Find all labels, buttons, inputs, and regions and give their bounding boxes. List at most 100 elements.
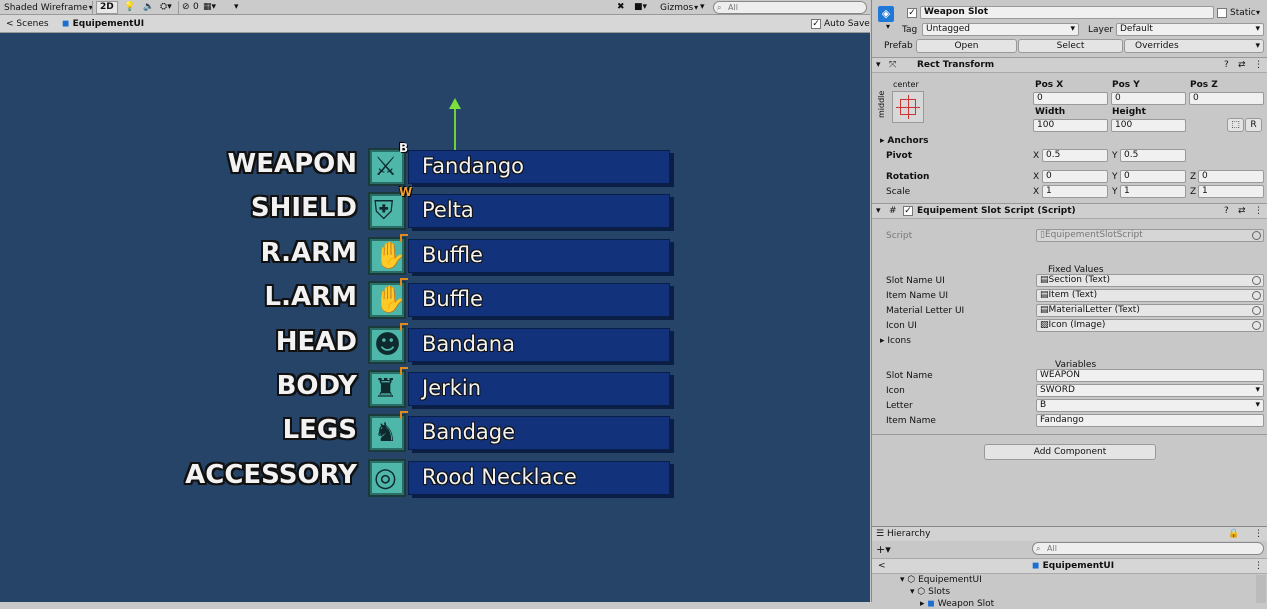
- 2d-toggle-button[interactable]: 2D: [96, 1, 118, 14]
- lighting-icon[interactable]: 💡: [124, 1, 135, 14]
- hierarchy-item-weapon-slot[interactable]: ▸ ◼ Weapon Slot: [920, 599, 994, 609]
- slot-name-ui-field[interactable]: ▤Section (Text): [1036, 274, 1264, 287]
- hierarchy-tab[interactable]: ☰ Hierarchy: [876, 529, 930, 539]
- prefab-select-button[interactable]: Select: [1018, 39, 1123, 53]
- blueprint-mode-button[interactable]: ⬚: [1227, 118, 1244, 132]
- rotation-y-field[interactable]: 0: [1120, 170, 1186, 183]
- visibility-icon[interactable]: ⊘: [182, 1, 190, 14]
- create-plus-button[interactable]: +▾: [876, 543, 891, 556]
- item-name-field[interactable]: Fandango: [1036, 414, 1264, 427]
- height-label: Height: [1112, 107, 1146, 117]
- layer-label: Layer: [1088, 25, 1114, 35]
- pivot-y-field[interactable]: 0.5: [1120, 149, 1186, 162]
- current-scene-breadcrumb[interactable]: ◼ EquipementUI: [62, 18, 144, 31]
- active-checkbox[interactable]: ✓: [907, 8, 917, 18]
- foldout-arrow-icon[interactable]: ▾: [876, 206, 881, 216]
- hierarchy-search-input[interactable]: ⌕ All: [1032, 542, 1264, 555]
- raw-edit-button[interactable]: R: [1245, 118, 1262, 132]
- sword-icon-glyph: ⚔: [374, 152, 398, 182]
- scene-menu-icon[interactable]: ⋮: [1254, 561, 1263, 571]
- add-component-button[interactable]: Add Component: [984, 444, 1156, 460]
- scenes-breadcrumb[interactable]: < Scenes: [6, 18, 49, 31]
- help-icon[interactable]: ?: [1224, 60, 1229, 70]
- width-field[interactable]: 100: [1033, 119, 1108, 132]
- hierarchy-item-slots[interactable]: ▾ ⬡ Slots: [910, 587, 950, 597]
- scale-y-field[interactable]: 1: [1120, 185, 1186, 198]
- gizmos-options-dropdown[interactable]: ▾: [700, 1, 705, 14]
- icon-ui-field[interactable]: ▨Icon (Image): [1036, 319, 1264, 332]
- scale-z-field[interactable]: 1: [1198, 185, 1264, 198]
- object-name-field[interactable]: Weapon Slot: [920, 6, 1214, 19]
- letter-dropdown[interactable]: B: [1036, 399, 1264, 412]
- scene-view[interactable]: WEAPON ⚔ B Fandango SHIELD ⛨ W Pelta R.ARM ✋ Buffl…: [0, 33, 870, 602]
- object-picker-icon[interactable]: [1252, 291, 1261, 300]
- necklace-icon: ◎: [368, 458, 406, 497]
- scale-x-field[interactable]: 1: [1042, 185, 1108, 198]
- help-icon[interactable]: ?: [1224, 206, 1229, 216]
- auto-save-label: Auto Save: [824, 19, 870, 29]
- static-checkbox[interactable]: [1217, 8, 1227, 18]
- shading-mode-dropdown[interactable]: Shaded Wireframe: [4, 1, 93, 14]
- script-enabled-checkbox[interactable]: ✓: [903, 206, 913, 216]
- layer-dropdown[interactable]: Default: [1116, 23, 1264, 36]
- panel-menu-icon[interactable]: ⋮: [1254, 529, 1263, 539]
- pos-y-field[interactable]: 0: [1111, 92, 1186, 105]
- tools-icon[interactable]: ✖: [617, 1, 625, 14]
- rotation-x-field[interactable]: 0: [1042, 170, 1108, 183]
- hierarchy-scrollbar[interactable]: [1256, 575, 1266, 603]
- material-letter-ui-field[interactable]: ▤MaterialLetter (Text): [1036, 304, 1264, 317]
- camera-icon[interactable]: ■▾: [634, 1, 647, 14]
- presets-icon[interactable]: ⇄: [1238, 60, 1246, 70]
- slot-name-label: ACCESSORY: [185, 459, 357, 490]
- foldout-arrow-icon[interactable]: ▾: [876, 60, 881, 70]
- icon-dropdown-icon[interactable]: ▾: [886, 22, 890, 31]
- icon-dropdown[interactable]: SWORD: [1036, 384, 1264, 397]
- component-menu-icon[interactable]: ⋮: [1254, 206, 1263, 216]
- gizmo-y-arrow-icon[interactable]: [449, 98, 461, 109]
- anchor-presets-button[interactable]: [892, 91, 924, 123]
- pos-z-field[interactable]: 0: [1189, 92, 1264, 105]
- gizmos-dropdown[interactable]: Gizmos: [660, 1, 698, 14]
- script-component-header[interactable]: ▾ # ✓ Equipement Slot Script (Script) ? …: [872, 203, 1267, 219]
- slot-name-field[interactable]: WEAPON: [1036, 369, 1264, 382]
- object-picker-icon[interactable]: [1252, 321, 1261, 330]
- hierarchy-item-equipementui[interactable]: ▾ ⬡ EquipementUI: [900, 575, 982, 585]
- material-letter-mark: [400, 411, 408, 420]
- lock-icon[interactable]: 🔒: [1228, 529, 1239, 539]
- arm-icon: ✋: [368, 281, 406, 320]
- object-picker-icon[interactable]: [1252, 306, 1261, 315]
- pivot-x-field[interactable]: 0.5: [1042, 149, 1108, 162]
- anchor-v-label: middle: [877, 90, 886, 118]
- slot-item-name: Bandana: [422, 331, 515, 356]
- letter-label: Letter: [886, 401, 913, 411]
- rotation-z-field[interactable]: 0: [1198, 170, 1264, 183]
- prefab-open-button[interactable]: Open: [916, 39, 1017, 53]
- legs-icon-glyph: ♞: [374, 418, 398, 449]
- rect-transform-header[interactable]: ▾ ⤧ Rect Transform ? ⇄ ⋮: [872, 57, 1267, 73]
- divider: [872, 434, 1267, 435]
- head-icon-glyph: ☻: [374, 329, 402, 360]
- height-field[interactable]: 100: [1111, 119, 1186, 132]
- scene-search-input[interactable]: ⌕ All: [713, 1, 867, 14]
- presets-icon[interactable]: ⇄: [1238, 206, 1246, 216]
- back-chevron-icon[interactable]: <: [878, 561, 886, 571]
- auto-save-checkbox[interactable]: ✓: [811, 19, 821, 29]
- material-letter-mark: [400, 367, 408, 375]
- tag-dropdown[interactable]: Untagged: [922, 23, 1079, 36]
- scale-z-label: Z: [1190, 187, 1197, 197]
- object-picker-icon[interactable]: [1252, 276, 1261, 285]
- static-dropdown-icon[interactable]: ▾: [1256, 8, 1260, 17]
- grid-icon[interactable]: ▦▾: [203, 1, 216, 14]
- slot-item-name: Pelta: [422, 198, 474, 223]
- audio-icon[interactable]: 🔈: [143, 1, 154, 14]
- prefab-overrides-dropdown[interactable]: Overrides ▾: [1124, 39, 1264, 53]
- pivot-x-label: X: [1033, 151, 1040, 161]
- icons-foldout[interactable]: ▸ Icons: [880, 336, 911, 346]
- image-component-icon: ▨: [1040, 320, 1049, 330]
- anchors-foldout[interactable]: ▸ Anchors: [880, 136, 928, 146]
- item-name-ui-field[interactable]: ▤Item (Text): [1036, 289, 1264, 302]
- pos-x-field[interactable]: 0: [1033, 92, 1108, 105]
- effects-icon[interactable]: ⛭▾: [160, 1, 172, 14]
- component-menu-icon[interactable]: ⋮: [1254, 60, 1263, 70]
- render-mode-dropdown[interactable]: ▾: [234, 1, 239, 14]
